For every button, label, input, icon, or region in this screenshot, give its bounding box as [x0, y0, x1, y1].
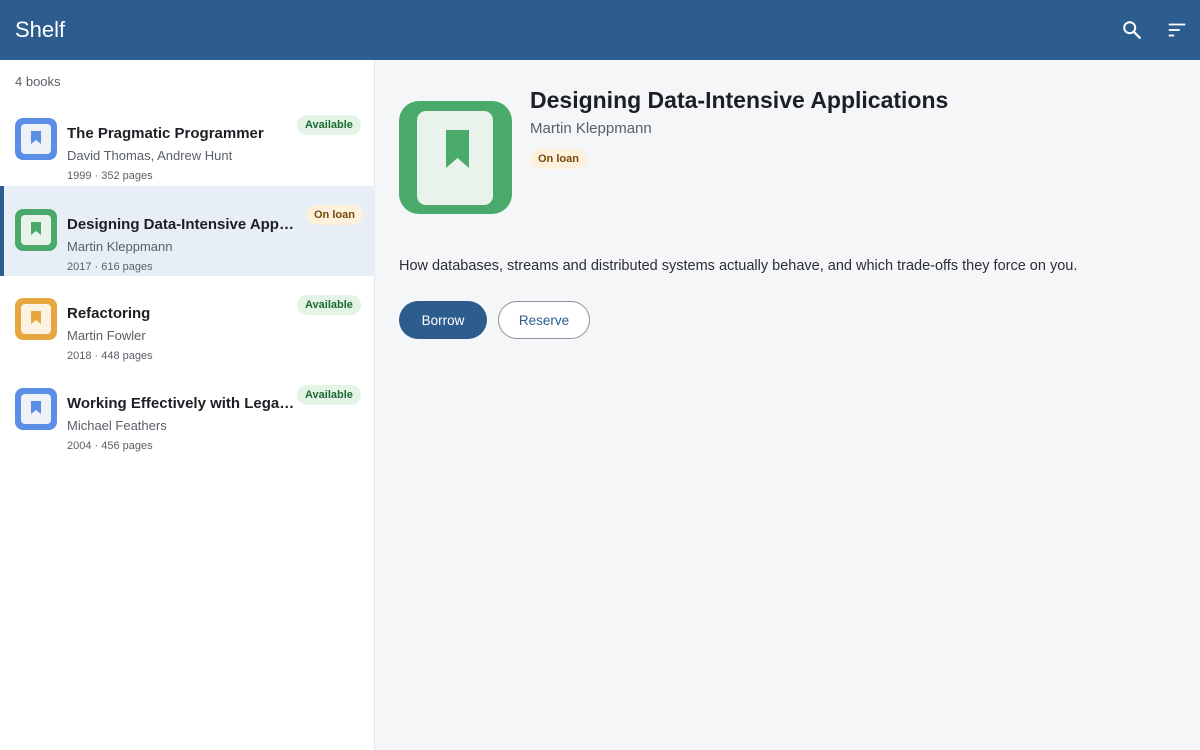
- reserve-button[interactable]: Reserve: [498, 301, 590, 339]
- detail-title: Designing Data-Intensive Applications: [530, 87, 949, 113]
- status-badge: Available: [297, 295, 361, 315]
- search-icon: [1123, 21, 1141, 39]
- sort-button[interactable]: [1161, 14, 1193, 46]
- detail-author: Martin Kleppmann: [530, 120, 652, 137]
- search-button[interactable]: [1116, 14, 1148, 46]
- book-author: Martin Kleppmann: [67, 239, 173, 254]
- book-author: Martin Fowler: [67, 328, 146, 343]
- book-cover: [15, 209, 57, 251]
- detail-status-badge: On loan: [530, 149, 587, 169]
- status-badge: Available: [297, 115, 361, 135]
- book-author: David Thomas, Andrew Hunt: [67, 148, 233, 163]
- book-cover-large: [399, 101, 512, 214]
- app-title: Shelf: [15, 17, 66, 42]
- book-title: Working Effectively with Legacy Code: [67, 395, 295, 412]
- book-list-item[interactable]: Designing Data-Intensive Applications Ma…: [0, 186, 375, 276]
- book-meta: 2018 · 448 pages: [67, 350, 153, 362]
- app-bar: Shelf: [0, 0, 1200, 60]
- book-list-item[interactable]: Refactoring Martin Fowler 2018 · 448 pag…: [0, 275, 375, 365]
- book-meta: 2017 · 616 pages: [67, 261, 153, 273]
- book-cover: [15, 298, 57, 340]
- book-author: Michael Feathers: [67, 418, 167, 433]
- book-list-item[interactable]: The Pragmatic Programmer David Thomas, A…: [0, 95, 375, 185]
- book-title: Refactoring: [67, 305, 151, 322]
- book-list-item[interactable]: Working Effectively with Legacy Code Mic…: [0, 365, 375, 455]
- bookmark-icon: [31, 131, 41, 144]
- book-detail-pane: Designing Data-Intensive Applications Ma…: [376, 60, 1200, 750]
- detail-description: How databases, streams and distributed s…: [399, 258, 1078, 274]
- book-meta: 1999 · 352 pages: [67, 170, 153, 182]
- bookmark-icon: [31, 311, 41, 324]
- book-cover: [15, 388, 57, 430]
- bookmark-icon: [446, 130, 469, 168]
- book-title: The Pragmatic Programmer: [67, 125, 264, 142]
- book-meta: 2004 · 456 pages: [67, 440, 153, 452]
- book-cover: [15, 118, 57, 160]
- status-badge: Available: [297, 385, 361, 405]
- bookmark-icon: [31, 401, 41, 414]
- status-badge: On loan: [306, 205, 363, 225]
- sort-icon: [1168, 23, 1186, 37]
- book-list-pane: 4 books The Pragmatic Programmer David T…: [0, 60, 375, 750]
- book-title: Designing Data-Intensive Applications: [67, 216, 295, 233]
- book-count: 4 books: [15, 74, 61, 89]
- borrow-button[interactable]: Borrow: [399, 301, 487, 339]
- bookmark-icon: [31, 222, 41, 235]
